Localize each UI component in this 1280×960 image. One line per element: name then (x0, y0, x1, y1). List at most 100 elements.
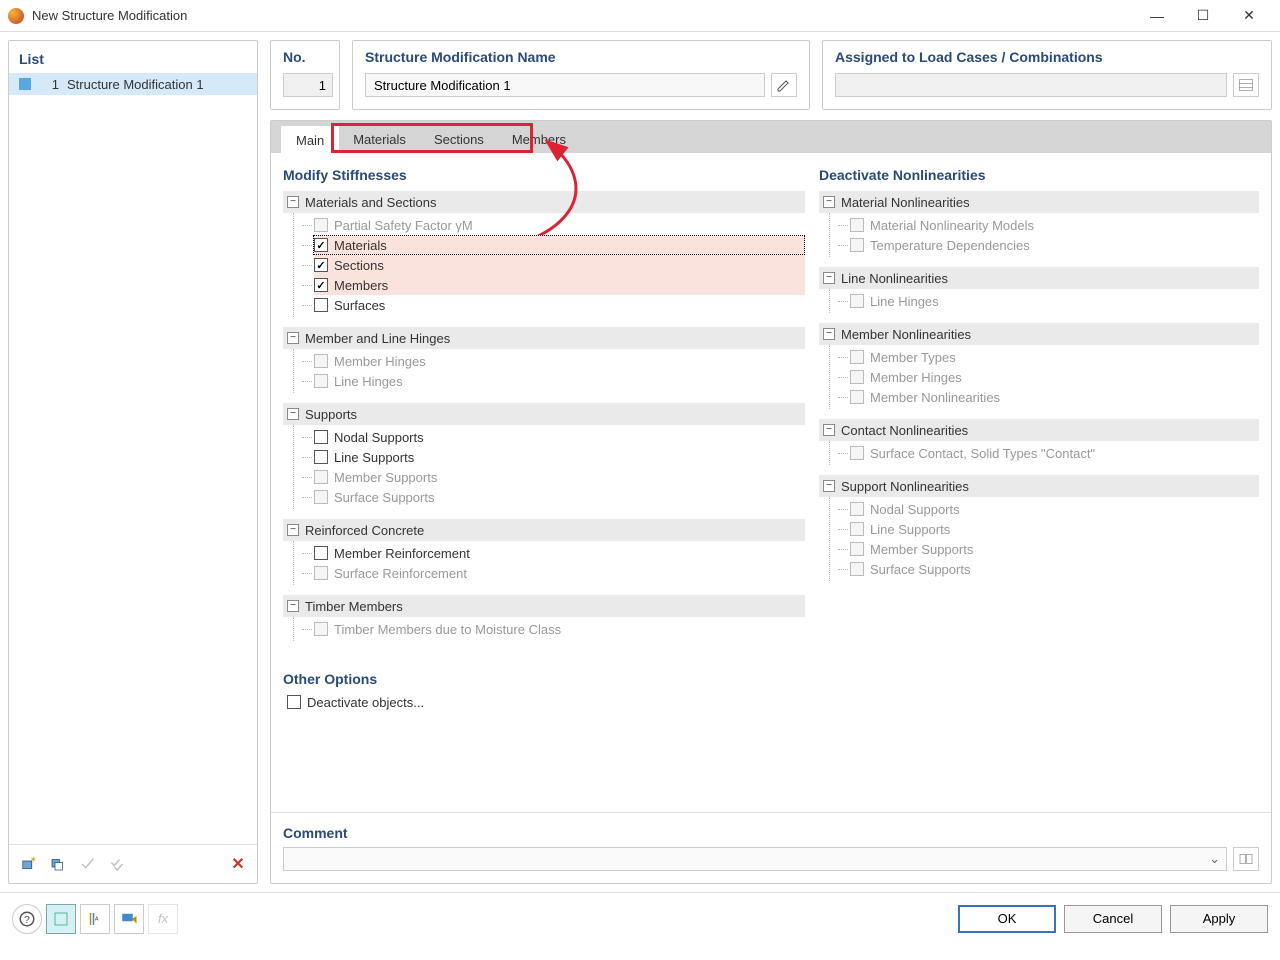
tree-group: −Contact NonlinearitiesSurface Contact, … (819, 419, 1259, 465)
collapse-icon[interactable]: − (823, 480, 835, 492)
maximize-button[interactable]: ☐ (1180, 0, 1226, 32)
tree-row-label: Nodal Supports (334, 430, 424, 445)
collapse-icon[interactable]: − (823, 424, 835, 436)
delete-item-button[interactable]: ✕ (225, 851, 251, 877)
modify-title: Modify Stiffnesses (283, 167, 805, 183)
tree-group-header[interactable]: −Materials and Sections (283, 191, 805, 213)
deactivate-objects-row[interactable]: Deactivate objects... (283, 691, 805, 713)
tree-group-header[interactable]: −Contact Nonlinearities (819, 419, 1259, 441)
tree-group: −Reinforced ConcreteMember Reinforcement… (283, 519, 805, 585)
name-box: Structure Modification Name (352, 40, 810, 110)
tree-group-header[interactable]: −Timber Members (283, 595, 805, 617)
list-panel: List 1 Structure Modification 1 ✶ ✕ (8, 40, 258, 884)
close-button[interactable]: ✕ (1226, 0, 1272, 32)
tree-row[interactable]: Line Supports (314, 447, 805, 467)
tab-members[interactable]: Members (498, 126, 580, 153)
tree-row: Partial Safety Factor γM (314, 215, 805, 235)
tree-checkbox[interactable] (314, 258, 328, 272)
tree-row: Member Supports (850, 539, 1259, 559)
list-item-icon (19, 78, 31, 90)
tree-group-header[interactable]: −Support Nonlinearities (819, 475, 1259, 497)
collapse-icon[interactable]: − (287, 196, 299, 208)
ok-button[interactable]: OK (958, 905, 1056, 933)
tree-row-label: Line Supports (334, 450, 414, 465)
tree-checkbox[interactable] (314, 546, 328, 560)
list-item-index: 1 (41, 77, 59, 92)
tree-group: −Timber Members Timber Members due to Moi… (283, 595, 805, 641)
tree-checkbox[interactable] (314, 450, 328, 464)
collapse-icon[interactable]: − (287, 600, 299, 612)
tree-group-header[interactable]: −Line Nonlinearities (819, 267, 1259, 289)
tree-checkbox[interactable] (314, 278, 328, 292)
tab-main[interactable]: Main (281, 126, 339, 154)
formula-button[interactable]: fx (148, 904, 178, 934)
comment-label: Comment (283, 825, 1259, 841)
tree-group-header[interactable]: −Member and Line Hinges (283, 327, 805, 349)
tree-row-label: Surface Reinforcement (334, 566, 467, 581)
tree-row-label: Timber Members due to Moisture Class (334, 622, 561, 637)
comment-pick-button[interactable] (1233, 847, 1259, 871)
tree-group-header[interactable]: −Material Nonlinearities (819, 191, 1259, 213)
tree-row-label: Nodal Supports (870, 502, 960, 517)
tree-group-label: Member and Line Hinges (305, 331, 450, 346)
tree-row[interactable]: Surfaces (314, 295, 805, 315)
tab-sections[interactable]: Sections (420, 126, 498, 153)
tab-body: Modify Stiffnesses −Materials and Sectio… (271, 153, 1271, 812)
modify-column: Modify Stiffnesses −Materials and Sectio… (283, 165, 805, 800)
tree-checkbox (314, 622, 328, 636)
apply-button[interactable]: Apply (1170, 905, 1268, 933)
apply-all-button[interactable] (105, 851, 131, 877)
edit-name-button[interactable] (771, 73, 797, 97)
tree-row: Line Hinges (850, 291, 1259, 311)
list-item[interactable]: 1 Structure Modification 1 (9, 73, 257, 95)
tree-row: Temperature Dependencies (850, 235, 1259, 255)
name-field[interactable] (365, 73, 765, 97)
collapse-icon[interactable]: − (287, 332, 299, 344)
tree-row-label: Member Hinges (334, 354, 426, 369)
tree-group-header[interactable]: −Reinforced Concrete (283, 519, 805, 541)
view-1-button[interactable] (46, 904, 76, 934)
tree-row[interactable]: Member Reinforcement (314, 543, 805, 563)
tree-row-label: Line Hinges (334, 374, 403, 389)
collapse-icon[interactable]: − (823, 328, 835, 340)
comment-combo[interactable]: ⌄ (283, 847, 1227, 871)
assigned-field[interactable] (835, 73, 1227, 97)
help-button[interactable]: ? (12, 904, 42, 934)
tree-row: Member Supports (314, 467, 805, 487)
tree-row[interactable]: Materials (313, 235, 805, 255)
tree-row[interactable]: Members (314, 275, 805, 295)
window-title: New Structure Modification (32, 8, 1134, 23)
assigned-pick-button[interactable] (1233, 73, 1259, 97)
footer-right: OK Cancel Apply (958, 905, 1268, 933)
cancel-button[interactable]: Cancel (1064, 905, 1162, 933)
tree-checkbox (850, 350, 864, 364)
collapse-icon[interactable]: − (823, 272, 835, 284)
collapse-icon[interactable]: − (287, 408, 299, 420)
minimize-button[interactable]: — (1134, 0, 1180, 32)
tree-group: −Support NonlinearitiesNodal SupportsLin… (819, 475, 1259, 581)
tree-checkbox (850, 562, 864, 576)
tree-checkbox[interactable] (314, 298, 328, 312)
tree-checkbox[interactable] (314, 430, 328, 444)
new-item-button[interactable]: ✶ (15, 851, 41, 877)
tree-group-header[interactable]: −Supports (283, 403, 805, 425)
apply-check-button[interactable] (75, 851, 101, 877)
tree-checkbox[interactable] (314, 238, 328, 252)
tree-checkbox (314, 374, 328, 388)
units-button[interactable]: A (80, 904, 110, 934)
display-button[interactable] (114, 904, 144, 934)
tree-checkbox (850, 446, 864, 460)
tree-group-header[interactable]: −Member Nonlinearities (819, 323, 1259, 345)
collapse-icon[interactable]: − (287, 524, 299, 536)
tree-row[interactable]: Sections (314, 255, 805, 275)
copy-item-button[interactable] (45, 851, 71, 877)
tree-row-label: Line Hinges (870, 294, 939, 309)
deactivate-objects-checkbox[interactable] (287, 695, 301, 709)
tab-materials[interactable]: Materials (339, 126, 420, 153)
no-field[interactable] (283, 73, 333, 97)
tree-row[interactable]: Nodal Supports (314, 427, 805, 447)
collapse-icon[interactable]: − (823, 196, 835, 208)
tree-group-label: Supports (305, 407, 357, 422)
tree-row-label: Member Nonlinearities (870, 390, 1000, 405)
tree-row-label: Member Supports (334, 470, 437, 485)
